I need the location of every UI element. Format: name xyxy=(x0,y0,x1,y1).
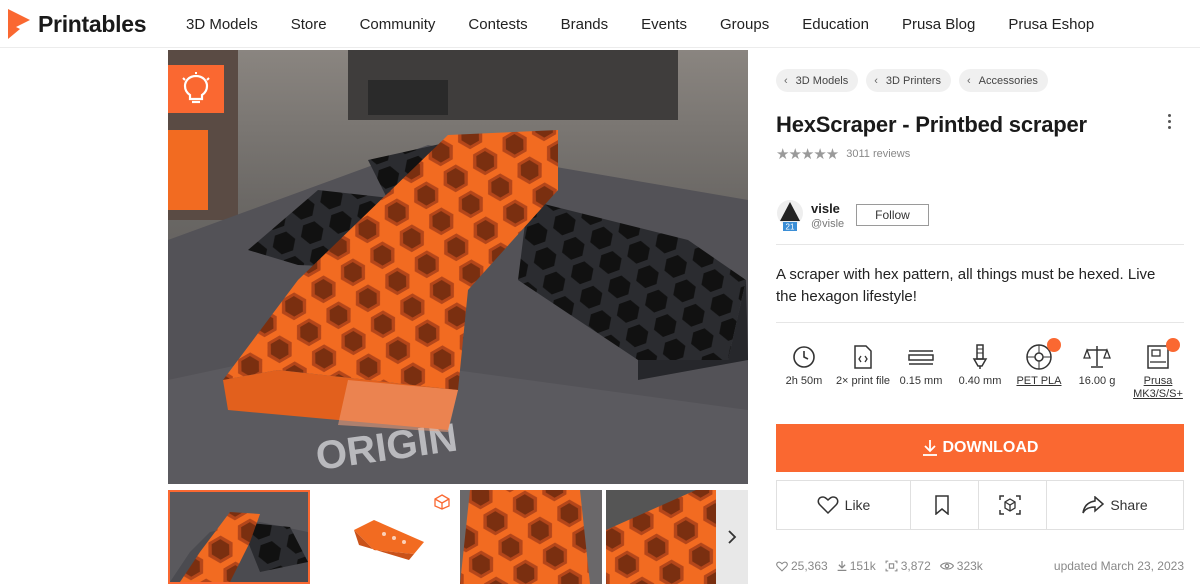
bookmark-icon xyxy=(934,495,949,515)
nav-groups[interactable]: Groups xyxy=(720,16,769,33)
chevron-left-icon: ‹ xyxy=(784,74,788,87)
like-button[interactable]: Like xyxy=(777,481,911,529)
nav-community[interactable]: Community xyxy=(360,16,436,33)
param-nozzle: 0.40 mm xyxy=(950,342,1010,388)
chevron-left-icon: ‹ xyxy=(874,74,878,87)
star-rating-icon: ★★★★★ xyxy=(776,146,839,163)
author-handle: @visle xyxy=(811,217,845,230)
shopping-cart-icon[interactable] xyxy=(1047,338,1061,352)
nav-brands[interactable]: Brands xyxy=(561,16,609,33)
thumbnail-next-arrow[interactable] xyxy=(716,490,748,584)
param-material[interactable]: PET PLA xyxy=(1009,338,1069,388)
printables-logo-icon xyxy=(8,9,30,39)
rating[interactable]: ★★★★★ 3011 reviews xyxy=(776,145,910,163)
lightbulb-icon xyxy=(182,72,210,104)
nav-contests[interactable]: Contests xyxy=(468,16,527,33)
nozzle-icon xyxy=(972,344,988,369)
divider xyxy=(776,244,1184,245)
share-icon xyxy=(1082,496,1105,514)
param-print-time: 2h 50m xyxy=(774,342,834,388)
file-icon xyxy=(854,345,872,369)
eye-icon xyxy=(939,562,954,570)
nav-store[interactable]: Store xyxy=(291,16,327,33)
download-button[interactable]: DOWNLOAD xyxy=(776,424,1184,472)
makes-icon xyxy=(885,560,898,572)
model-photo: ORIGIN xyxy=(168,50,748,484)
brand-name: Printables xyxy=(38,10,147,37)
nav-events[interactable]: Events xyxy=(641,16,687,33)
action-bar: Like Share xyxy=(776,480,1184,530)
view-3d-button[interactable] xyxy=(979,481,1047,529)
bookmark-button[interactable] xyxy=(911,481,979,529)
chevron-left-icon: ‹ xyxy=(966,74,971,87)
param-weight: 16.00 g xyxy=(1067,342,1127,388)
breadcrumb: ‹ 3D Models ‹ 3D Printers ‹ Accessories xyxy=(776,69,1056,92)
more-options-icon[interactable] xyxy=(1164,112,1174,130)
breadcrumb-3d-printers[interactable]: ‹ 3D Printers xyxy=(866,69,951,92)
heart-icon xyxy=(817,496,839,515)
share-button[interactable]: Share xyxy=(1047,481,1183,529)
follow-button[interactable]: Follow xyxy=(856,204,929,226)
likes-stat: 25,363 xyxy=(776,559,828,573)
heart-icon xyxy=(776,561,788,572)
printables-logo[interactable]: Printables xyxy=(8,9,147,39)
param-printer[interactable]: Prusa MK3/S/S+ xyxy=(1128,338,1188,401)
param-layer-height: 0.15 mm xyxy=(891,342,951,388)
author-block[interactable]: 21 visle @visle xyxy=(776,199,845,232)
downloads-stat: 151k xyxy=(837,559,876,573)
avatar[interactable]: 21 xyxy=(776,199,804,232)
download-icon xyxy=(922,440,937,456)
model-details-panel: ‹ 3D Models ‹ 3D Printers ‹ Accessories … xyxy=(776,0,1184,584)
shopping-cart-icon[interactable] xyxy=(1166,338,1180,352)
thumbnail-3[interactable] xyxy=(460,490,602,584)
thumbnail-2[interactable] xyxy=(314,490,456,584)
makes-stat: 3,872 xyxy=(885,559,931,573)
breadcrumb-accessories[interactable]: ‹ Accessories xyxy=(958,69,1048,92)
model-description: A scraper with hex pattern, all things m… xyxy=(776,266,1156,305)
download-icon xyxy=(837,561,847,571)
3d-view-icon xyxy=(998,495,1021,515)
reviews-count: 3011 reviews xyxy=(846,148,911,160)
3d-cube-icon xyxy=(434,494,450,510)
chevron-right-icon xyxy=(728,530,737,544)
thumbnail-1[interactable] xyxy=(168,490,310,584)
divider xyxy=(776,322,1184,323)
breadcrumb-3d-models[interactable]: ‹ 3D Models xyxy=(776,69,859,92)
scale-icon xyxy=(1083,346,1111,368)
author-name[interactable]: visle xyxy=(811,201,844,216)
model-title: HexScraper - Printbed scraper xyxy=(776,112,1087,137)
layer-height-icon xyxy=(908,350,934,365)
thumbnail-photo xyxy=(170,492,308,582)
print-parameters: 2h 50m 2× print file 0.15 mm 0.40 mm PET… xyxy=(774,338,1184,412)
main-model-image[interactable]: ORIGIN xyxy=(168,50,748,484)
thumbnail-photo xyxy=(460,490,602,584)
featured-badge xyxy=(168,65,224,113)
param-print-files: 2× print file xyxy=(833,342,893,388)
nav-3d-models[interactable]: 3D Models xyxy=(186,16,258,33)
author-level: 21 xyxy=(786,223,795,232)
clock-icon xyxy=(793,346,815,368)
views-stat: 323k xyxy=(939,559,983,573)
updated-date: updated March 23, 2023 xyxy=(1053,559,1184,573)
avatar-image: 21 xyxy=(777,200,803,232)
thumbnail-strip xyxy=(168,490,748,584)
